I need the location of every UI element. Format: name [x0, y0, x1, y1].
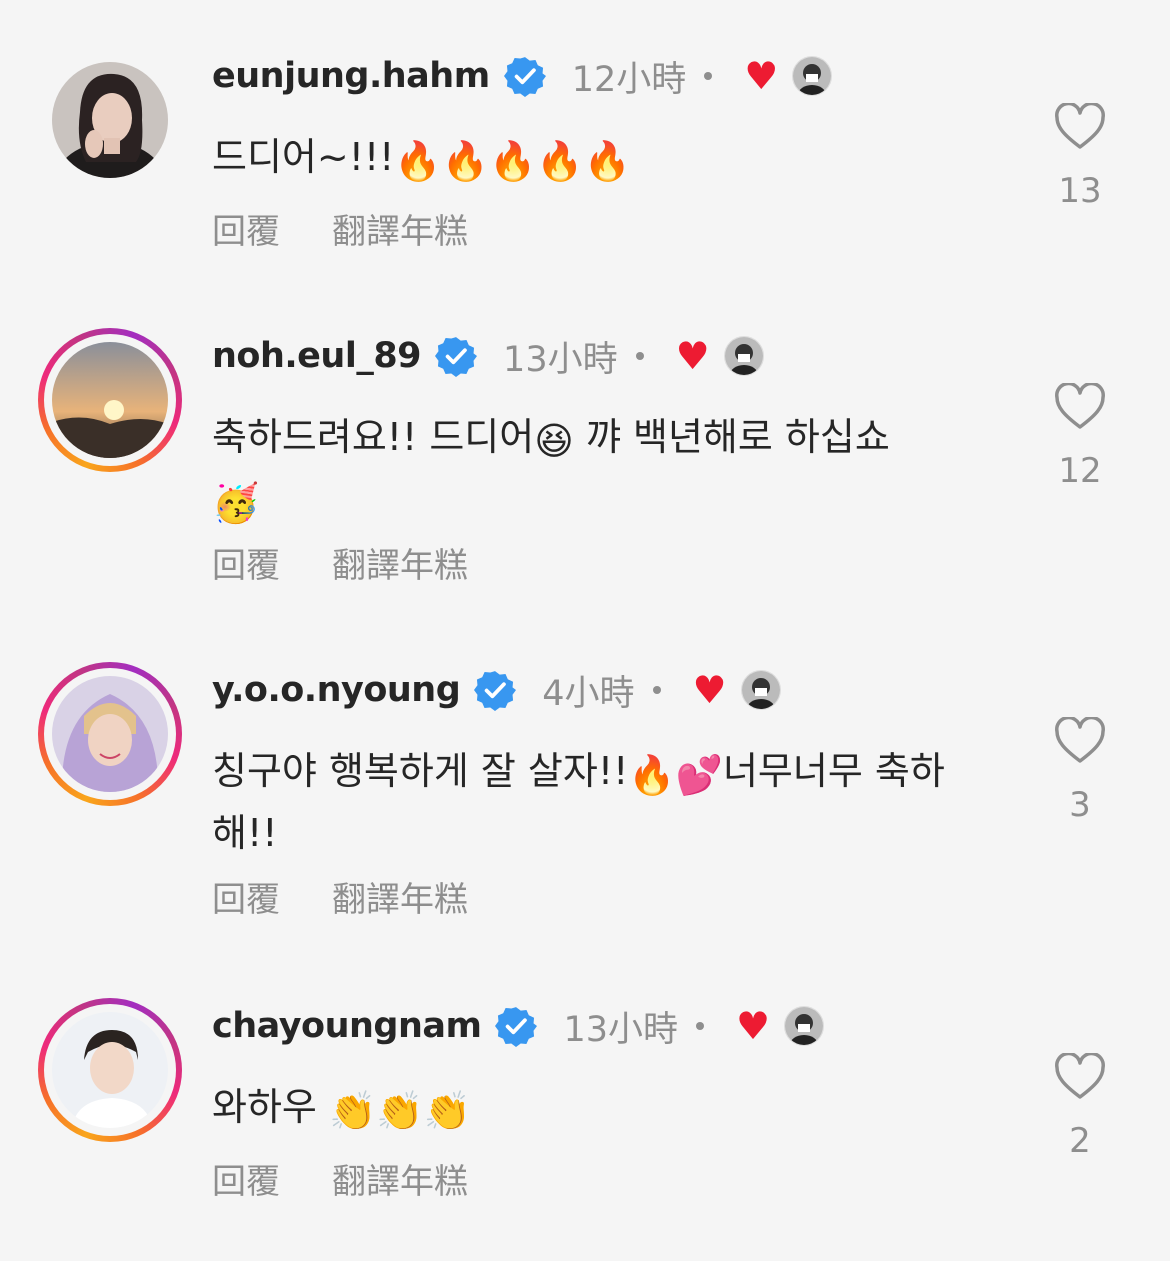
- party-face-emoji: 🥳: [212, 481, 260, 525]
- comment-text: 와하우 👏👏👏: [212, 1078, 1012, 1140]
- separator-dot: [704, 72, 713, 80]
- comment-text: 축하드려요!! 드디어😆 꺄 백년해로 하십쇼 🥳: [212, 408, 1012, 532]
- separator-dot: [652, 686, 661, 694]
- like-count: 13: [1058, 171, 1102, 211]
- author-avatar: [723, 336, 764, 376]
- author-liked-heart-icon: ♥: [675, 334, 710, 378]
- translate-button[interactable]: 翻譯年糕: [332, 1154, 468, 1203]
- separator-dot: [696, 1022, 705, 1030]
- like-count: 2: [1069, 1121, 1091, 1161]
- like-heart-icon[interactable]: [1054, 1053, 1106, 1101]
- author-avatar: [792, 56, 833, 96]
- verified-badge-icon: [435, 337, 478, 377]
- author-avatar: [740, 670, 781, 710]
- reply-button[interactable]: 回覆: [212, 1154, 280, 1203]
- like-heart-icon[interactable]: [1054, 717, 1106, 765]
- comment-text: 칭구야 행복하게 잘 살자!!🔥💕너무너무 축하해!!: [212, 742, 1002, 862]
- like-count: 3: [1069, 785, 1091, 825]
- username[interactable]: noh.eul_89: [212, 336, 422, 376]
- username[interactable]: y.o.o.nyoung: [212, 670, 461, 710]
- avatar[interactable]: [38, 998, 182, 1142]
- clapping-emoji: 👏👏👏: [328, 1089, 471, 1133]
- author-liked-heart-icon: ♥: [744, 54, 779, 98]
- timestamp: 4小時: [542, 673, 635, 714]
- reply-button[interactable]: 回覆: [212, 872, 280, 921]
- avatar[interactable]: [38, 328, 182, 472]
- timestamp: 13小時: [563, 1009, 679, 1050]
- fire-emoji: 🔥🔥🔥🔥🔥: [394, 139, 631, 183]
- fire-heart-emoji: 🔥💕: [628, 753, 723, 797]
- timestamp: 12小時: [571, 59, 687, 100]
- username[interactable]: chayoungnam: [212, 1006, 482, 1046]
- separator-dot: [635, 352, 644, 360]
- verified-badge-icon: [495, 1007, 538, 1047]
- reply-button[interactable]: 回覆: [212, 538, 280, 587]
- translate-button[interactable]: 翻譯年糕: [332, 872, 468, 921]
- avatar[interactable]: [38, 662, 182, 806]
- translate-button[interactable]: 翻譯年糕: [332, 538, 468, 587]
- reply-button[interactable]: 回覆: [212, 204, 280, 253]
- avatar[interactable]: [38, 48, 182, 192]
- username[interactable]: eunjung.hahm: [212, 56, 490, 96]
- like-heart-icon[interactable]: [1054, 103, 1106, 151]
- verified-badge-icon: [503, 57, 546, 97]
- author-avatar: [784, 1006, 825, 1046]
- comment-text: 드디어~!!!🔥🔥🔥🔥🔥: [212, 128, 1012, 190]
- timestamp: 13小時: [503, 339, 618, 380]
- translate-button[interactable]: 翻譯年糕: [332, 204, 468, 253]
- author-liked-heart-icon: ♥: [736, 1004, 771, 1048]
- author-liked-heart-icon: ♥: [692, 668, 727, 712]
- verified-badge-icon: [474, 671, 517, 711]
- like-heart-icon[interactable]: [1054, 383, 1106, 431]
- like-count: 12: [1058, 451, 1102, 491]
- laughing-emoji: 😆: [534, 419, 574, 463]
